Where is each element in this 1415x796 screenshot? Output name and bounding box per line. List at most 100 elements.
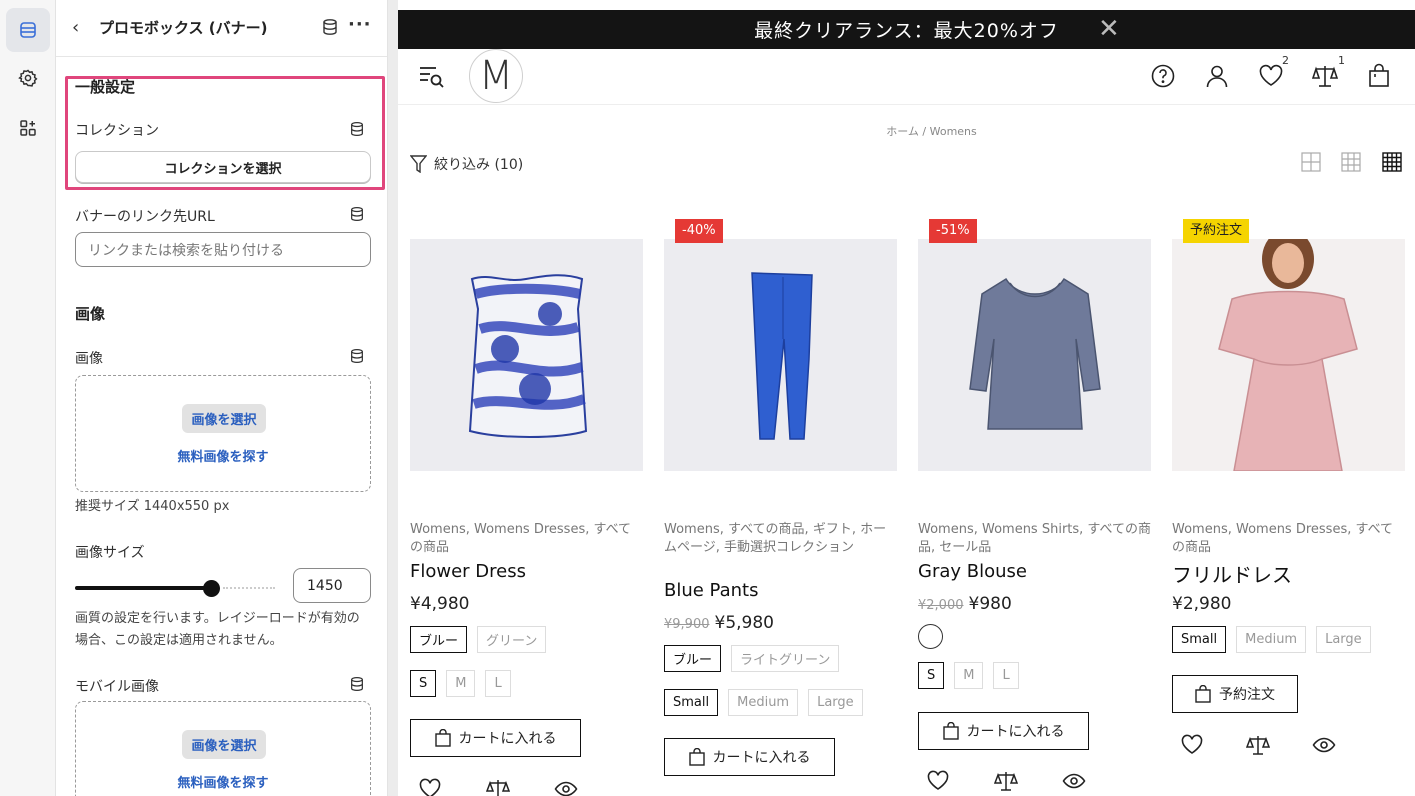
size-chip[interactable]: Small xyxy=(664,689,719,716)
size-chip[interactable]: Small xyxy=(1172,626,1227,653)
add-to-cart-button[interactable]: カートに入れる xyxy=(918,712,1089,750)
dynamic-source-icon[interactable] xyxy=(349,348,365,364)
wishlist-heart-icon[interactable] xyxy=(926,769,950,793)
image-label: 画像 xyxy=(75,351,103,367)
product-categories: Womens, Womens Shirts, すべての商品, セール品 xyxy=(918,522,1151,555)
grid-2-icon[interactable] xyxy=(1301,152,1321,172)
size-chip[interactable]: M xyxy=(954,662,984,689)
announcement-bar: 最終クリアランス：最大20%オフ ✕ xyxy=(398,10,1415,49)
link-url-input[interactable]: リンクまたは検索を貼り付ける xyxy=(75,232,371,267)
account-icon[interactable] xyxy=(1204,63,1232,91)
filter-button[interactable]: 絞り込み (10) xyxy=(410,154,523,174)
size-chip[interactable]: L xyxy=(993,662,1019,689)
filter-funnel-icon xyxy=(410,155,427,173)
product-name[interactable]: Gray Blouse xyxy=(918,561,1027,582)
product-actions xyxy=(418,777,578,796)
size-chip[interactable]: S xyxy=(410,670,437,697)
image-dropzone[interactable]: 画像を選択 無料画像を探す xyxy=(75,375,371,492)
breadcrumb[interactable]: ホーム / Womens xyxy=(398,123,1415,139)
apps-blocks-icon[interactable] xyxy=(6,106,50,150)
sections-icon[interactable] xyxy=(6,8,50,52)
collection-label: コレクション xyxy=(75,123,159,139)
cart-bag-icon[interactable] xyxy=(1366,63,1394,91)
compare-scale-icon[interactable] xyxy=(1246,733,1270,757)
product-name[interactable]: Blue Pants xyxy=(664,580,758,601)
store-logo[interactable]: M xyxy=(469,49,523,103)
quick-view-eye-icon[interactable] xyxy=(554,777,578,796)
dynamic-source-icon[interactable] xyxy=(321,18,339,36)
product-name[interactable]: Flower Dress xyxy=(410,561,526,582)
image-size-slider[interactable] xyxy=(75,580,275,597)
size-options: Small Medium Large xyxy=(664,689,863,716)
wishlist-heart-icon[interactable] xyxy=(1180,733,1204,757)
product-image[interactable] xyxy=(1172,229,1405,472)
settings-gear-icon[interactable] xyxy=(6,56,50,100)
gray-blouse-image xyxy=(969,277,1101,430)
slider-track xyxy=(75,586,211,590)
product-name[interactable]: フリルドレス xyxy=(1172,559,1292,588)
price-current: ¥980 xyxy=(968,594,1012,614)
storefront-preview: 最終クリアランス：最大20%オフ ✕ M 2 1 ホーム / Womens 絞り… xyxy=(398,0,1415,796)
add-to-cart-button[interactable]: カートに入れる xyxy=(664,738,835,776)
quick-view-eye-icon[interactable] xyxy=(1062,769,1086,793)
back-chevron-icon[interactable]: ‹ xyxy=(72,18,92,38)
product-actions xyxy=(1180,733,1336,757)
dynamic-source-icon[interactable] xyxy=(349,206,365,222)
size-chip[interactable]: M xyxy=(446,670,476,697)
help-icon[interactable] xyxy=(1150,63,1178,91)
grid-4-icon[interactable] xyxy=(1382,152,1402,172)
select-collection-button[interactable]: コレクションを選択 xyxy=(75,151,371,183)
select-image-button[interactable]: 画像を選択 xyxy=(182,404,266,433)
color-chip[interactable]: ブルー xyxy=(410,626,468,653)
color-options: ブルー グリーン xyxy=(410,626,547,653)
mobile-find-free-image-link[interactable]: 無料画像を探す xyxy=(76,772,370,791)
image-size-input[interactable]: 1450 xyxy=(293,568,371,603)
close-icon[interactable]: ✕ xyxy=(1098,16,1121,42)
color-chip[interactable]: グリーン xyxy=(477,626,547,653)
size-chip[interactable]: Large xyxy=(1316,626,1371,653)
compare-count: 1 xyxy=(1338,54,1345,67)
slider-handle[interactable] xyxy=(203,580,220,597)
size-chip[interactable]: Medium xyxy=(728,689,799,716)
compare-scale-icon[interactable] xyxy=(486,777,510,796)
color-chip[interactable]: ブルー xyxy=(664,645,722,672)
product-price: ¥2,000 ¥980 xyxy=(918,594,1012,614)
size-chip[interactable]: S xyxy=(918,662,945,689)
announcement-text: 最終クリアランス：最大20%オフ xyxy=(754,20,1059,42)
compare-icon[interactable] xyxy=(1311,63,1340,91)
preorder-button[interactable]: 予約注文 xyxy=(1172,675,1298,713)
find-free-image-link[interactable]: 無料画像を探す xyxy=(76,446,370,465)
dynamic-source-icon[interactable] xyxy=(349,676,365,692)
product-categories: Womens, Womens Dresses, すべての商品 xyxy=(1172,522,1394,555)
menu-search-icon[interactable] xyxy=(418,63,446,91)
more-menu-icon[interactable]: ··· xyxy=(348,14,372,35)
mobile-select-image-button[interactable]: 画像を選択 xyxy=(182,730,266,759)
blue-pants-image xyxy=(751,272,813,440)
color-chip[interactable]: ライトグリーン xyxy=(731,645,840,672)
color-options: ブルー ライトグリーン xyxy=(664,645,840,672)
mobile-image-dropzone[interactable]: 画像を選択 無料画像を探す xyxy=(75,701,371,796)
product-price: ¥9,900 ¥5,980 xyxy=(664,613,774,633)
product-image[interactable] xyxy=(410,239,643,471)
wishlist-icon[interactable] xyxy=(1258,63,1286,91)
dynamic-source-icon[interactable] xyxy=(349,121,365,137)
product-image[interactable] xyxy=(918,239,1151,471)
size-chip[interactable]: Large xyxy=(808,689,863,716)
preview-gutter xyxy=(388,0,398,796)
product-actions xyxy=(926,769,1086,793)
product-image[interactable] xyxy=(664,239,897,471)
image-section-title: 画像 xyxy=(75,305,106,323)
color-swatch[interactable] xyxy=(918,624,943,649)
compare-scale-icon[interactable] xyxy=(994,769,1018,793)
add-to-cart-label: カートに入れる xyxy=(966,724,1065,740)
size-chip[interactable]: Medium xyxy=(1236,626,1307,653)
size-options: S M L xyxy=(410,670,511,697)
wishlist-heart-icon[interactable] xyxy=(418,777,442,796)
quick-view-eye-icon[interactable] xyxy=(1312,733,1336,757)
add-to-cart-button[interactable]: カートに入れる xyxy=(410,719,581,757)
bag-icon xyxy=(1195,685,1211,703)
filter-label: 絞り込み (10) xyxy=(434,157,524,173)
size-chip[interactable]: L xyxy=(485,670,511,697)
grid-3-icon[interactable] xyxy=(1341,152,1361,172)
flower-dress-image xyxy=(468,274,588,438)
